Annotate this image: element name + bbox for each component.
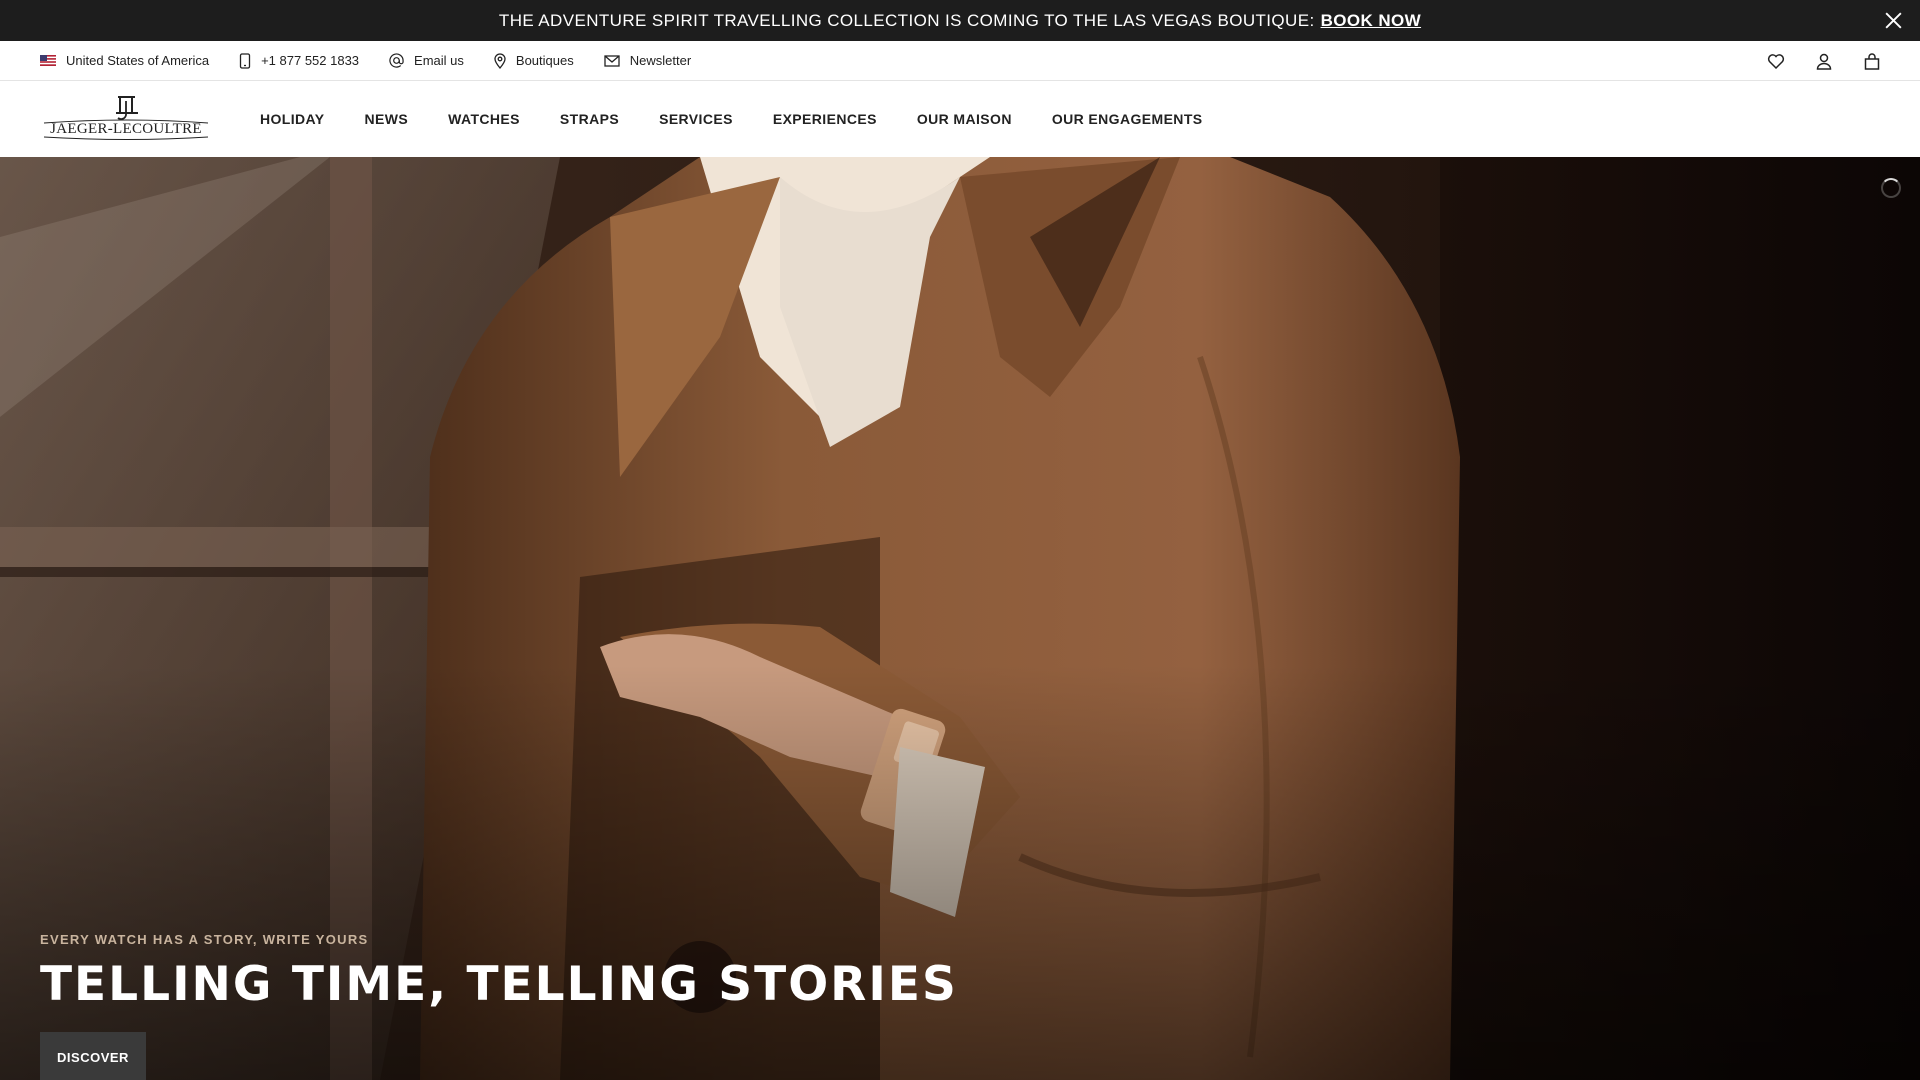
email-label: Email us <box>414 53 464 68</box>
shopping-bag-icon <box>1864 52 1880 70</box>
hero-eyebrow: EVERY WATCH HAS A STORY, WRITE YOURS <box>40 932 369 947</box>
nav-straps[interactable]: STRAPS <box>560 111 619 127</box>
boutiques-label: Boutiques <box>515 53 574 68</box>
account-button[interactable] <box>1814 51 1834 71</box>
main-navigation: JAEGER-LECOULTRE HOLIDAY NEWS WATCHES ST… <box>0 81 1920 157</box>
utility-bar: United States of America +1 877 552 1833… <box>0 41 1920 81</box>
svg-text:JAEGER-LECOULTRE: JAEGER-LECOULTRE <box>50 121 202 137</box>
us-flag-icon <box>40 55 56 66</box>
jaeger-lecoultre-logo[interactable]: JAEGER-LECOULTRE <box>40 93 212 143</box>
at-icon <box>389 53 404 68</box>
loading-spinner-icon <box>1881 178 1901 198</box>
user-icon <box>1816 53 1832 70</box>
nav-watches[interactable]: WATCHES <box>448 111 520 127</box>
wishlist-button[interactable] <box>1766 51 1786 71</box>
primary-menu: HOLIDAY NEWS WATCHES STRAPS SERVICES EXP… <box>260 81 1243 157</box>
heart-icon <box>1767 54 1785 69</box>
newsletter-label: Newsletter <box>629 53 692 68</box>
book-now-link[interactable]: BOOK NOW <box>1321 11 1421 31</box>
nav-our-maison[interactable]: OUR MAISON <box>917 111 1012 127</box>
hero-banner: EVERY WATCH HAS A STORY, WRITE YOURS TEL… <box>0 157 1920 1080</box>
country-selector[interactable]: United States of America <box>40 53 209 68</box>
phone-label: +1 877 552 1833 <box>261 53 360 68</box>
phone-link[interactable]: +1 877 552 1833 <box>239 52 360 69</box>
boutiques-link[interactable]: Boutiques <box>494 52 574 69</box>
cart-button[interactable] <box>1862 51 1882 71</box>
envelope-icon <box>604 54 620 67</box>
discover-button[interactable]: DISCOVER <box>40 1032 146 1080</box>
nav-our-engagements[interactable]: OUR ENGAGEMENTS <box>1052 111 1203 127</box>
country-label: United States of America <box>66 53 210 68</box>
nav-news[interactable]: NEWS <box>365 111 409 127</box>
email-link[interactable]: Email us <box>389 53 464 68</box>
nav-services[interactable]: SERVICES <box>659 111 733 127</box>
close-icon[interactable] <box>1883 10 1904 31</box>
announcement-text: THE ADVENTURE SPIRIT TRAVELLING COLLECTI… <box>498 10 1315 30</box>
phone-icon <box>239 52 251 69</box>
location-pin-icon <box>494 52 506 69</box>
nav-experiences[interactable]: EXPERIENCES <box>773 111 877 127</box>
newsletter-link[interactable]: Newsletter <box>604 53 691 68</box>
hero-headline: TELLING TIME, TELLING STORIES <box>40 957 958 1012</box>
announcement-bar: THE ADVENTURE SPIRIT TRAVELLING COLLECTI… <box>0 0 1920 41</box>
nav-holiday[interactable]: HOLIDAY <box>260 111 325 127</box>
utility-actions <box>1738 41 1882 81</box>
